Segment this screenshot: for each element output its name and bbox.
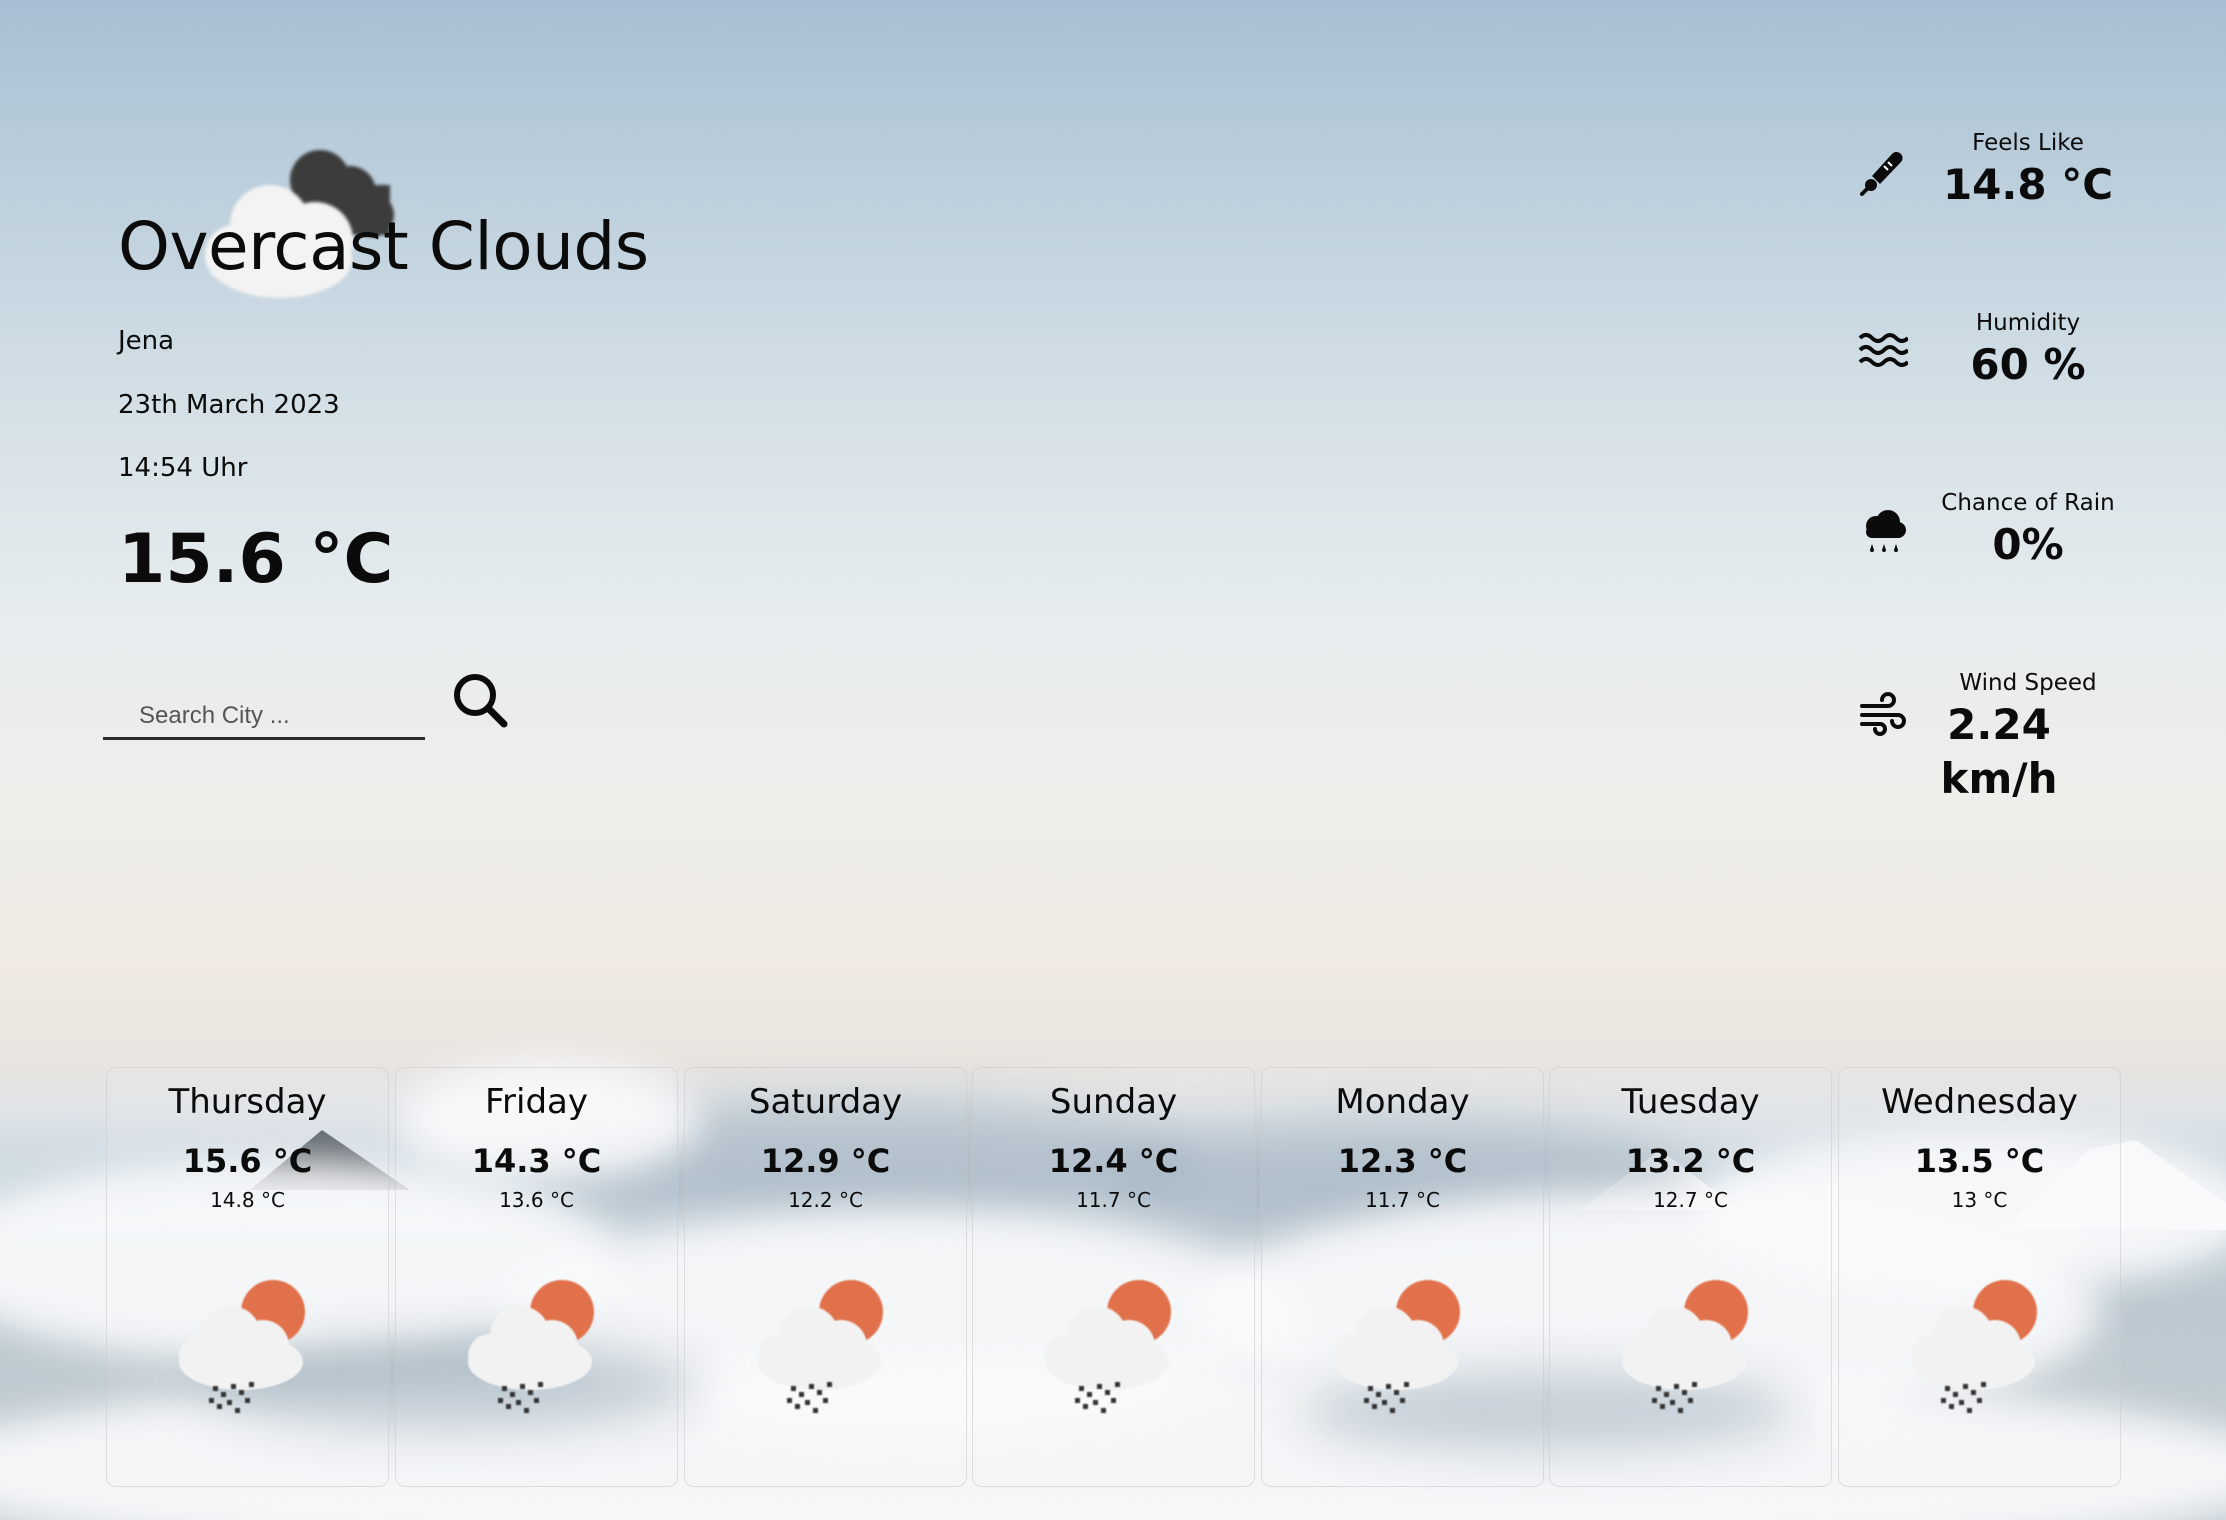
forecast-card-thursday: Thursday 15.6 °C 14.8 °C: [106, 1067, 389, 1487]
chance-of-rain-label: Chance of Rain: [1941, 490, 2115, 516]
forecast-day-name: Saturday: [748, 1082, 903, 1122]
search-button[interactable]: [450, 668, 514, 732]
forecast-card-wednesday: Wednesday 13.5 °C 13 °C: [1838, 1067, 2121, 1487]
sun-cloud-snow-icon: [1905, 1274, 2055, 1424]
wind-speed-stat: Wind Speed 2.24 km/h: [1858, 670, 2148, 820]
forecast-card-sunday: Sunday 12.4 °C 11.7 °C: [972, 1067, 1255, 1487]
forecast-max-temp: 13.5 °C: [1914, 1142, 2045, 1180]
feels-like-stat: Feels Like 14.8 °C: [1858, 130, 2148, 250]
forecast-max-temp: 12.4 °C: [1048, 1142, 1179, 1180]
feels-like-value: 14.8 °C: [1942, 160, 2114, 209]
forecast-max-temp: 12.9 °C: [760, 1142, 891, 1180]
forecast-min-temp: 11.7 °C: [1076, 1188, 1151, 1212]
humidity-value: 60 %: [1970, 340, 2086, 389]
search-icon: [454, 674, 508, 728]
forecast-card-friday: Friday 14.3 °C 13.6 °C: [395, 1067, 678, 1487]
chance-of-rain-stat: Chance of Rain 0%: [1858, 490, 2148, 610]
humidity-label: Humidity: [1975, 310, 2081, 336]
forecast-day-name: Monday: [1335, 1082, 1470, 1122]
search-field-wrapper: [103, 678, 425, 740]
weather-condition-title: Overcast Clouds: [118, 208, 649, 285]
forecast-min-temp: 12.2 °C: [788, 1188, 863, 1212]
forecast-max-temp: 13.2 °C: [1625, 1142, 1756, 1180]
forecast-day-name: Thursday: [168, 1082, 327, 1122]
forecast-min-temp: 13.6 °C: [499, 1188, 574, 1212]
feels-like-label: Feels Like: [1972, 130, 2084, 156]
forecast-max-temp: 12.3 °C: [1337, 1142, 1468, 1180]
forecast-min-temp: 14.8 °C: [210, 1188, 285, 1212]
current-date: 23th March 2023: [118, 390, 340, 420]
forecast-max-temp: 15.6 °C: [182, 1142, 313, 1180]
sun-cloud-snow-icon: [1616, 1274, 1766, 1424]
forecast-card-monday: Monday 12.3 °C 11.7 °C: [1261, 1067, 1544, 1487]
sun-cloud-snow-icon: [1039, 1274, 1189, 1424]
forecast-card-tuesday: Tuesday 13.2 °C 12.7 °C: [1549, 1067, 1832, 1487]
forecast-day-name: Wednesday: [1881, 1082, 2078, 1122]
forecast-min-temp: 13 °C: [1951, 1188, 2008, 1212]
forecast-min-temp: 12.7 °C: [1653, 1188, 1728, 1212]
forecast-min-temp: 11.7 °C: [1365, 1188, 1440, 1212]
city-name: Jena: [118, 326, 175, 356]
forecast-day-name: Tuesday: [1621, 1082, 1760, 1122]
current-temperature: 15.6 °C: [118, 520, 394, 599]
forecast-day-name: Sunday: [1049, 1082, 1178, 1122]
sun-cloud-snow-icon: [751, 1274, 901, 1424]
chance-of-rain-value: 0%: [1992, 520, 2064, 569]
sun-cloud-snow-icon: [462, 1274, 612, 1424]
current-time: 14:54 Uhr: [118, 453, 248, 483]
forecast-max-temp: 14.3 °C: [471, 1142, 602, 1180]
humidity-stat: Humidity 60 %: [1858, 310, 2148, 430]
forecast-day-name: Friday: [484, 1082, 589, 1122]
forecast-card-saturday: Saturday 12.9 °C 12.2 °C: [684, 1067, 967, 1487]
sun-cloud-snow-icon: [1328, 1274, 1478, 1424]
wind-speed-label: Wind Speed: [1959, 670, 2097, 696]
wind-speed-value: 2.24 km/h: [1940, 700, 2058, 803]
forecast-row: Thursday 15.6 °C 14.8 °C Friday 14.3 °C …: [106, 1067, 2121, 1487]
search-city-input[interactable]: [103, 678, 425, 737]
sun-cloud-snow-icon: [173, 1274, 323, 1424]
